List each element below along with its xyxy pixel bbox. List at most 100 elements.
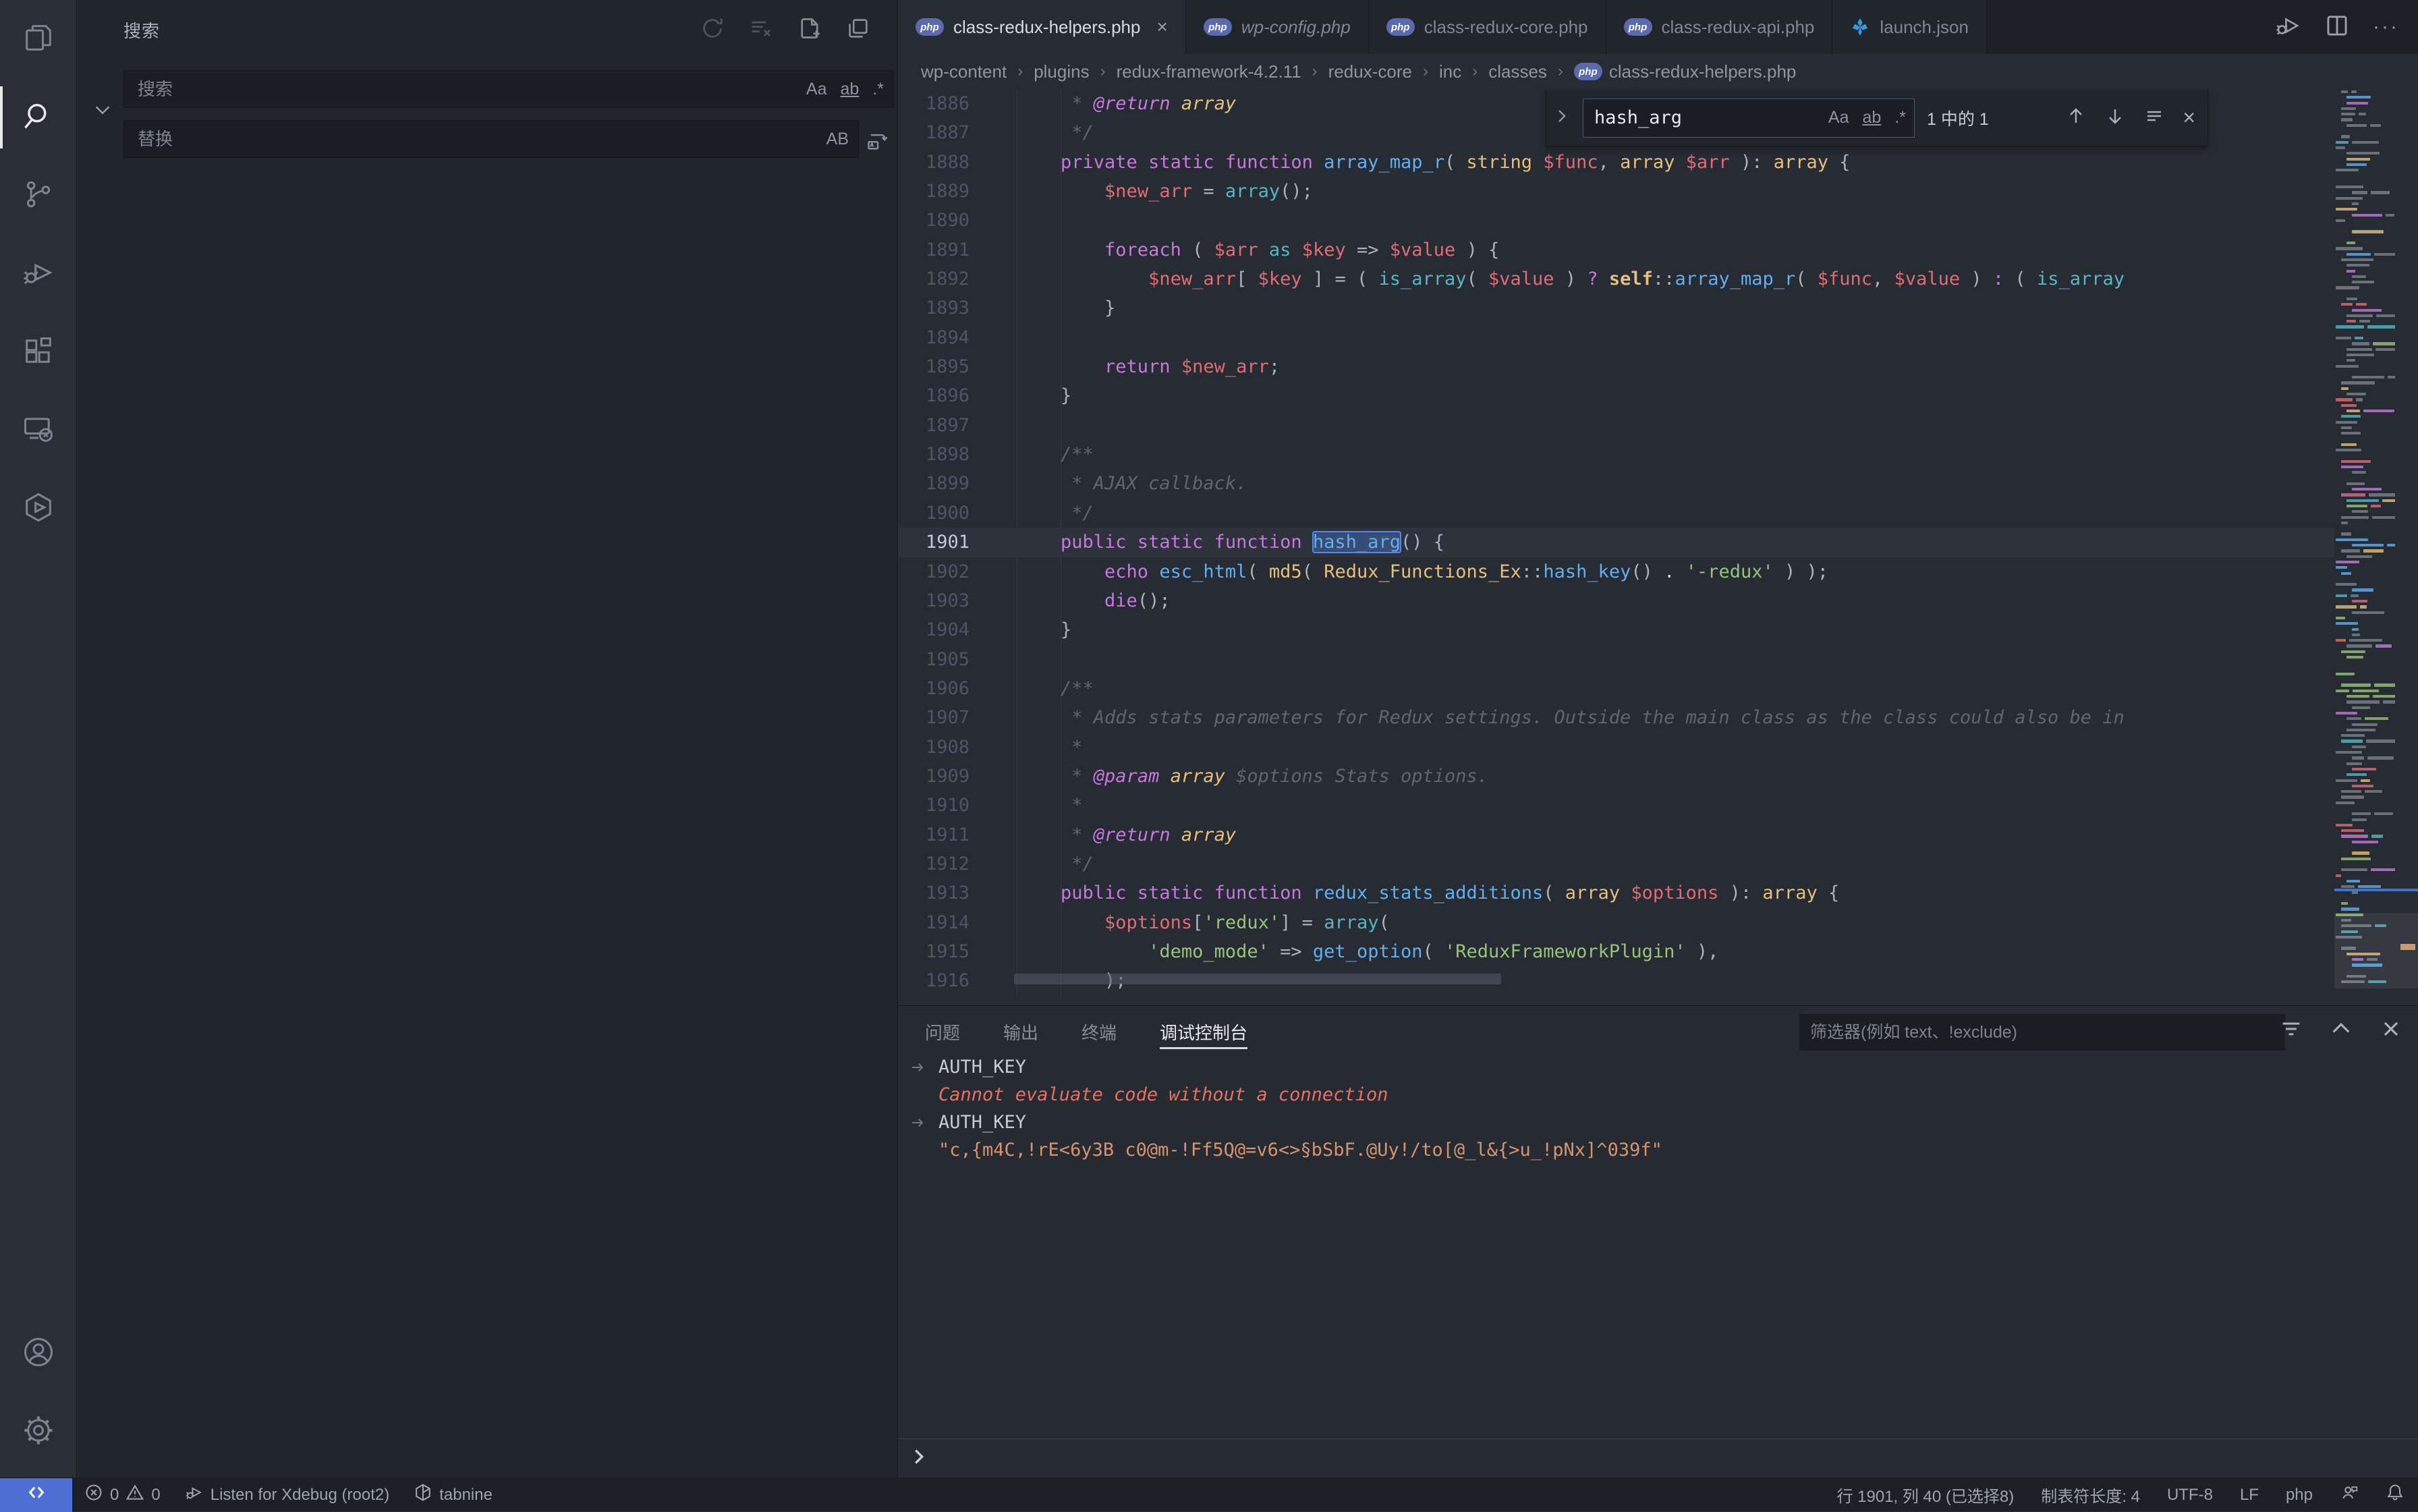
find-in-selection-icon[interactable]	[2143, 105, 2165, 130]
code-editor[interactable]: 1886 * @return array1887 */1888 private …	[898, 89, 2418, 1005]
indentation-status[interactable]: 制表符长度: 4	[2027, 1478, 2154, 1512]
views-icon[interactable]	[846, 16, 870, 44]
debug-console-output[interactable]: AUTH_KEYCannot evaluate code without a c…	[898, 1053, 2418, 1164]
activity-source-control[interactable]	[0, 157, 77, 235]
line-number[interactable]: 1906	[898, 674, 969, 703]
breadcrumb-item[interactable]: plugins	[1034, 61, 1089, 82]
breadcrumb-item[interactable]: redux-framework-4.2.11	[1117, 61, 1301, 82]
line-number[interactable]: 1895	[898, 352, 969, 381]
line-number[interactable]: 1891	[898, 235, 969, 264]
activity-remote-explorer[interactable]	[0, 391, 77, 470]
tab-wp-config.php[interactable]: phpwp-config.php	[1186, 0, 1369, 54]
panel-tab-问题[interactable]: 问题	[925, 1006, 960, 1057]
breadcrumb-item[interactable]: inc	[1439, 61, 1461, 82]
settings-button[interactable]	[0, 1393, 77, 1471]
code-line[interactable]: 1908 *	[898, 733, 2334, 762]
more-actions-icon[interactable]: ···	[2373, 16, 2399, 38]
code-line[interactable]: 1893 }	[898, 293, 2334, 323]
debug-repl-input[interactable]	[898, 1438, 2418, 1478]
code-line[interactable]: 1911 * @return array	[898, 820, 2334, 849]
line-number[interactable]: 1913	[898, 878, 969, 907]
activity-container-tools[interactable]	[0, 470, 77, 548]
replace-all-icon[interactable]	[866, 128, 890, 156]
code-line[interactable]: 1888 private static function array_map_r…	[898, 148, 2334, 177]
code-line[interactable]: 1915 'demo_mode' => get_option( 'ReduxFr…	[898, 937, 2334, 966]
language-mode[interactable]: php	[2272, 1478, 2326, 1512]
cursor-position[interactable]: 行 1901, 列 40 (已选择8)	[1823, 1478, 2027, 1512]
line-number[interactable]: 1914	[898, 908, 969, 937]
line-number[interactable]: 1897	[898, 411, 969, 440]
tab-class-redux-core.php[interactable]: phpclass-redux-core.php	[1369, 0, 1606, 54]
find-match-case-toggle[interactable]: Aa	[1828, 108, 1849, 128]
code-line[interactable]: 1902 echo esc_html( md5( Redux_Functions…	[898, 557, 2334, 586]
code-line[interactable]: 1891 foreach ( $arr as $key => $value ) …	[898, 235, 2334, 264]
line-number[interactable]: 1909	[898, 762, 969, 791]
split-editor-icon[interactable]	[2324, 13, 2350, 42]
code-line[interactable]: 1912 */	[898, 849, 2334, 878]
line-number[interactable]: 1905	[898, 645, 969, 674]
line-number[interactable]: 1900	[898, 499, 969, 528]
activity-explorer[interactable]	[0, 0, 77, 78]
problems-status[interactable]: 0 0	[72, 1478, 173, 1512]
remote-indicator[interactable]	[0, 1478, 72, 1512]
breadcrumb-item[interactable]: phpclass-redux-helpers.php	[1574, 61, 1796, 82]
line-number[interactable]: 1893	[898, 293, 969, 323]
line-number[interactable]: 1899	[898, 469, 969, 498]
filter-icon[interactable]	[2279, 1017, 2303, 1044]
find-whole-word-toggle[interactable]: ab	[1863, 108, 1882, 128]
line-number[interactable]: 1912	[898, 849, 969, 878]
find-expand-chevron[interactable]	[1553, 107, 1571, 128]
refresh-icon[interactable]	[700, 16, 725, 44]
maximize-panel-icon[interactable]	[2329, 1017, 2353, 1044]
line-number[interactable]: 1894	[898, 323, 969, 352]
preserve-case-toggle[interactable]: AB	[826, 130, 849, 149]
code-line[interactable]: 1889 $new_arr = array();	[898, 177, 2334, 206]
line-number[interactable]: 1907	[898, 703, 969, 732]
line-number[interactable]: 1902	[898, 557, 969, 586]
code-line[interactable]: 1895 return $new_arr;	[898, 352, 2334, 381]
code-line[interactable]: 1898 /**	[898, 440, 2334, 469]
line-number[interactable]: 1890	[898, 206, 969, 235]
console-filter-input[interactable]	[1810, 1023, 2274, 1042]
line-number[interactable]: 1887	[898, 118, 969, 147]
code-line[interactable]: 1900 */	[898, 499, 2334, 528]
code-area[interactable]: 1886 * @return array1887 */1888 private …	[898, 89, 2334, 1005]
breadcrumb-item[interactable]: classes	[1488, 61, 1547, 82]
line-number[interactable]: 1892	[898, 264, 969, 293]
code-line[interactable]: 1899 * AJAX callback.	[898, 469, 2334, 498]
line-number[interactable]: 1904	[898, 615, 969, 644]
toggle-replace-chevron[interactable]	[92, 100, 113, 123]
clear-results-icon[interactable]	[749, 16, 773, 44]
find-close-icon[interactable]: ×	[2183, 105, 2195, 130]
overview-ruler[interactable]	[2395, 89, 2418, 1005]
feedback-button[interactable]	[2326, 1478, 2372, 1512]
tabnine-status[interactable]: tabnine	[401, 1478, 505, 1512]
find-next-icon[interactable]	[2104, 105, 2126, 130]
line-number[interactable]: 1901	[898, 528, 969, 557]
horizontal-scrollbar[interactable]	[1014, 974, 1501, 984]
activity-search[interactable]	[0, 78, 77, 157]
open-search-editor-icon[interactable]	[797, 16, 822, 44]
line-number[interactable]: 1908	[898, 733, 969, 762]
code-line[interactable]: 1903 die();	[898, 586, 2334, 615]
tab-class-redux-helpers.php[interactable]: phpclass-redux-helpers.php×	[898, 0, 1186, 54]
account-button[interactable]	[0, 1314, 77, 1393]
minimap[interactable]	[2334, 89, 2395, 1005]
code-line[interactable]: 1907 * Adds stats parameters for Redux s…	[898, 703, 2334, 732]
code-line[interactable]: 1894	[898, 323, 2334, 352]
code-line[interactable]: 1909 * @param array $options Stats optio…	[898, 762, 2334, 791]
line-number[interactable]: 1896	[898, 381, 969, 410]
code-line[interactable]: 1901 public static function hash_arg() {	[898, 528, 2334, 557]
notifications-button[interactable]	[2372, 1478, 2418, 1512]
panel-tab-输出[interactable]: 输出	[1003, 1006, 1038, 1057]
activity-run-debug[interactable]	[0, 235, 77, 313]
breadcrumb-item[interactable]: redux-core	[1328, 61, 1412, 82]
line-number[interactable]: 1916	[898, 966, 969, 995]
code-line[interactable]: 1914 $options['redux'] = array(	[898, 908, 2334, 937]
line-number[interactable]: 1888	[898, 148, 969, 177]
line-number[interactable]: 1903	[898, 586, 969, 615]
code-line[interactable]: 1892 $new_arr[ $key ] = ( is_array( $val…	[898, 264, 2334, 293]
close-panel-icon[interactable]	[2379, 1017, 2403, 1044]
line-number[interactable]: 1898	[898, 440, 969, 469]
panel-tab-调试控制台[interactable]: 调试控制台	[1160, 1006, 1247, 1057]
